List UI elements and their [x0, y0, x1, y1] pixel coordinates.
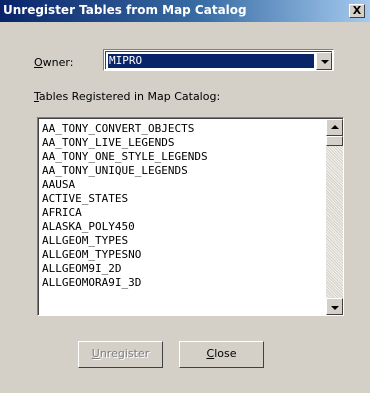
chevron-down-icon [321, 60, 329, 64]
arrow-down-icon [331, 306, 339, 310]
title-bar[interactable]: Unregister Tables from Map Catalog X [0, 0, 370, 22]
list-item[interactable]: AA_TONY_LIVE_LEGENDS [42, 136, 322, 150]
list-items: AA_TONY_CONVERT_OBJECTS AA_TONY_LIVE_LEG… [42, 122, 322, 290]
close-icon: X [352, 4, 362, 17]
list-item[interactable]: ALASKA_POLY450 [42, 220, 322, 234]
window-title: Unregister Tables from Map Catalog [3, 3, 247, 17]
tables-label: Tables Registered in Map Catalog: [34, 90, 221, 103]
unregister-button[interactable]: Unregister [78, 341, 163, 368]
scroll-thumb[interactable] [326, 136, 343, 146]
list-item[interactable]: ALLGEOM_TYPESNO [42, 248, 322, 262]
scroll-down-button[interactable] [326, 298, 343, 315]
unregister-tables-dialog: Unregister Tables from Map Catalog X Own… [0, 0, 370, 393]
close-window-button[interactable]: X [349, 4, 365, 18]
vertical-scrollbar[interactable] [326, 119, 343, 315]
owner-dropdown-button[interactable] [316, 52, 332, 70]
list-item[interactable]: AA_TONY_CONVERT_OBJECTS [42, 122, 322, 136]
owner-selected-value: MIPRO [108, 54, 314, 68]
list-frame: AA_TONY_CONVERT_OBJECTS AA_TONY_LIVE_LEG… [38, 118, 343, 315]
close-button[interactable]: Close [179, 341, 264, 368]
list-item[interactable]: AFRICA [42, 206, 322, 220]
owner-label: Owner: [34, 56, 74, 69]
registered-tables-list[interactable]: AA_TONY_CONVERT_OBJECTS AA_TONY_LIVE_LEG… [37, 117, 344, 316]
list-item[interactable]: ACTIVE_STATES [42, 192, 322, 206]
list-item[interactable]: ALLGEOM9I_2D [42, 262, 322, 276]
owner-dropdown[interactable]: MIPRO [103, 49, 334, 71]
list-item[interactable]: ALLGEOMORA9I_3D [42, 276, 322, 290]
list-item[interactable]: AAUSA [42, 178, 322, 192]
owner-dropdown-frame: MIPRO [105, 51, 332, 70]
list-item[interactable]: AA_TONY_ONE_STYLE_LEGENDS [42, 150, 322, 164]
scroll-up-button[interactable] [326, 119, 343, 136]
arrow-up-icon [331, 125, 339, 129]
list-item[interactable]: AA_TONY_UNIQUE_LEGENDS [42, 164, 322, 178]
list-item[interactable]: ALLGEOM_TYPES [42, 234, 322, 248]
